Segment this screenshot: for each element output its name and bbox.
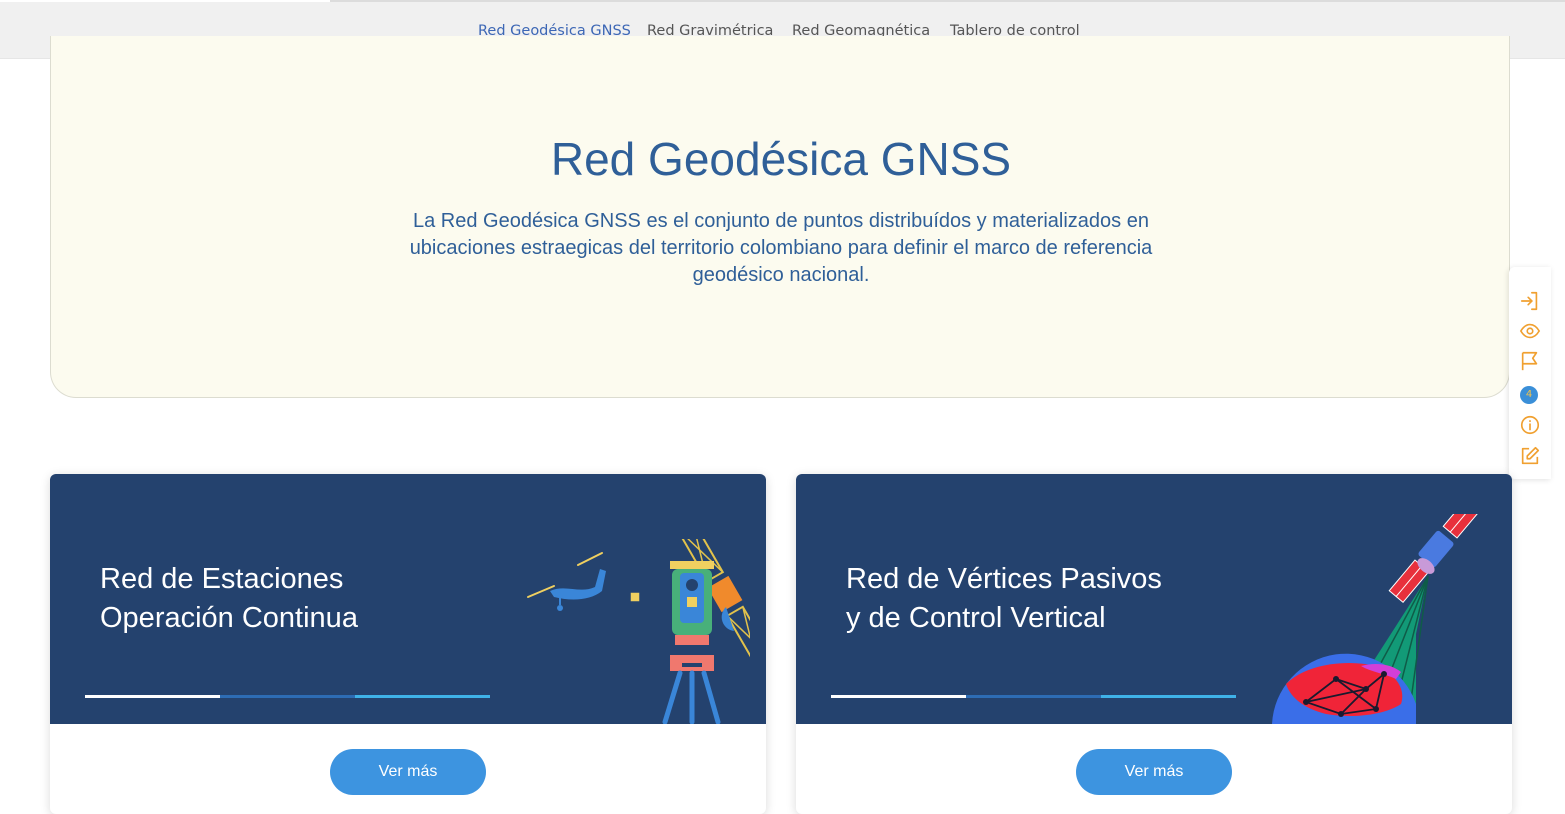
card-banner: Red de Vértices Pasivos y de Control Ver… <box>796 474 1512 724</box>
surveying-illustration-icon <box>527 539 750 724</box>
eye-icon[interactable] <box>1519 320 1541 342</box>
card-red-estaciones: Red de Estaciones Operación Continua Ver… <box>50 474 766 814</box>
card-banner: Red de Estaciones Operación Continua <box>50 474 766 724</box>
ver-mas-button[interactable]: Ver más <box>330 749 486 795</box>
divider-segment <box>1101 695 1236 698</box>
ver-mas-button[interactable]: Ver más <box>1076 749 1232 795</box>
login-icon[interactable] <box>1519 290 1541 312</box>
edit-icon[interactable] <box>1519 445 1541 467</box>
card-red-vertices: Red de Vértices Pasivos y de Control Ver… <box>796 474 1512 814</box>
hero-section: Red Geodésica GNSS La Red Geodésica GNSS… <box>50 36 1510 398</box>
flag-icon[interactable] <box>1519 350 1541 372</box>
card-title: Red de Estaciones Operación Continua <box>100 560 460 638</box>
card-title: Red de Vértices Pasivos y de Control Ver… <box>846 560 1206 638</box>
card-title-line2: y de Control Vertical <box>846 602 1106 634</box>
card-title-line1: Red de Estaciones <box>100 563 344 595</box>
info-icon[interactable] <box>1519 414 1541 436</box>
divider-segment <box>966 695 1101 698</box>
divider-segment <box>355 695 490 698</box>
divider-segment <box>831 695 966 698</box>
page-title: Red Geodésica GNSS <box>550 133 1012 185</box>
divider-segment <box>85 695 220 698</box>
card-title-line1: Red de Vértices Pasivos <box>846 563 1162 595</box>
notification-badge[interactable]: 4 <box>1520 386 1538 404</box>
satellite-globe-illustration-icon <box>1272 514 1484 724</box>
divider-segment <box>220 695 355 698</box>
card-title-line2: Operación Continua <box>100 602 358 634</box>
hero-description: La Red Geodésica GNSS es el conjunto de … <box>409 210 1153 286</box>
floating-toolbar: 4 <box>1509 267 1551 479</box>
